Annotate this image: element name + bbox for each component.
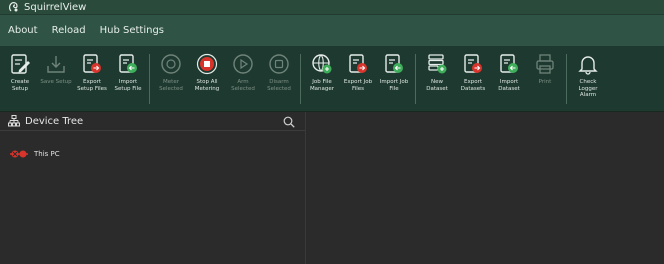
stop-all-metering-label: Stop All Metering (194, 79, 220, 92)
toolbar-separator (415, 54, 416, 104)
import-dataset-button[interactable]: Import Dataset (493, 52, 525, 110)
disarm-selected-button[interactable]: Disarm Selected (263, 52, 295, 110)
import-setup-file-label: Import Setup File (114, 79, 142, 92)
toolbar-separator (300, 54, 301, 104)
export-datasets-button[interactable]: Export Datasets (457, 52, 489, 110)
export-datasets-label: Export Datasets (460, 79, 486, 92)
toolbar: Create Setup Save Setup Export Setup Fil… (0, 46, 664, 112)
create-setup-button[interactable]: Create Setup (4, 52, 36, 110)
export-setup-files-label: Export Setup Files (77, 79, 107, 92)
save-icon (47, 56, 65, 73)
export-job-files-label: Export Job Files (343, 79, 373, 92)
import-dataset-label: Import Dataset (498, 79, 520, 92)
new-dataset-button[interactable]: New Dataset (421, 52, 453, 110)
menu-reload[interactable]: Reload (52, 25, 86, 36)
search-icon[interactable] (283, 116, 295, 128)
print-icon (536, 54, 554, 74)
new-dataset-icon (428, 54, 447, 74)
menu-bar: About Reload Hub Settings (0, 15, 664, 46)
save-setup-label: Save Setup (40, 79, 72, 85)
tree-node-label: This PC (34, 150, 60, 158)
arm-selected-button[interactable]: Arm Selected (227, 52, 259, 110)
tree-node-this-pc[interactable]: This PC (0, 147, 305, 161)
print-button[interactable]: Print (529, 52, 561, 110)
check-logger-alarm-label: Check Logger Alarm (578, 79, 598, 98)
export-datasets-icon (464, 54, 482, 73)
device-tree-icon (8, 115, 20, 127)
title-bar: SquirrelView (0, 0, 664, 15)
arm-selected-label: Arm Selected (231, 79, 255, 92)
job-file-manager-label: Job File Manager (309, 79, 335, 92)
pc-connection-icon (10, 150, 28, 158)
job-file-manager-button[interactable]: Job File Manager (306, 52, 338, 110)
import-dataset-icon (500, 54, 518, 73)
stop-icon (196, 53, 218, 75)
print-label: Print (538, 79, 552, 85)
create-setup-label: Create Setup (10, 79, 30, 92)
menu-hub-settings[interactable]: Hub Settings (100, 25, 164, 36)
arm-icon (233, 54, 253, 74)
app-title: SquirrelView (24, 1, 87, 13)
toolbar-separator (566, 54, 567, 104)
disarm-icon (269, 54, 289, 74)
import-setup-icon (119, 54, 137, 73)
menu-about[interactable]: About (8, 25, 38, 36)
device-tree-header: Device Tree (0, 112, 305, 131)
export-job-icon (349, 54, 367, 73)
export-setup-files-button[interactable]: Export Setup Files (76, 52, 108, 110)
main-content-area (307, 112, 664, 264)
toolbar-separator (149, 54, 150, 104)
save-setup-button[interactable]: Save Setup (40, 52, 72, 110)
meter-selected-button[interactable]: Meter Selected (155, 52, 187, 110)
device-tree-panel: Device Tree This PC (0, 112, 306, 264)
export-job-files-button[interactable]: Export Job Files (342, 52, 374, 110)
squirrel-logo-icon (8, 1, 20, 13)
export-setup-icon (83, 54, 101, 73)
bell-icon (578, 56, 598, 75)
import-setup-file-button[interactable]: Import Setup File (112, 52, 144, 110)
import-job-icon (385, 54, 403, 73)
meter-selected-label: Meter Selected (159, 79, 183, 92)
job-file-manager-icon (312, 54, 332, 74)
create-setup-icon (11, 54, 30, 74)
import-job-file-label: Import Job File (379, 79, 409, 92)
stop-all-metering-button[interactable]: Stop All Metering (191, 52, 223, 110)
new-dataset-label: New Dataset (426, 79, 448, 92)
device-tree-title: Device Tree (25, 115, 84, 127)
import-job-file-button[interactable]: Import Job File (378, 52, 410, 110)
disarm-selected-label: Disarm Selected (267, 79, 291, 92)
meter-icon (161, 54, 181, 74)
check-logger-alarm-button[interactable]: Check Logger Alarm (572, 52, 604, 110)
